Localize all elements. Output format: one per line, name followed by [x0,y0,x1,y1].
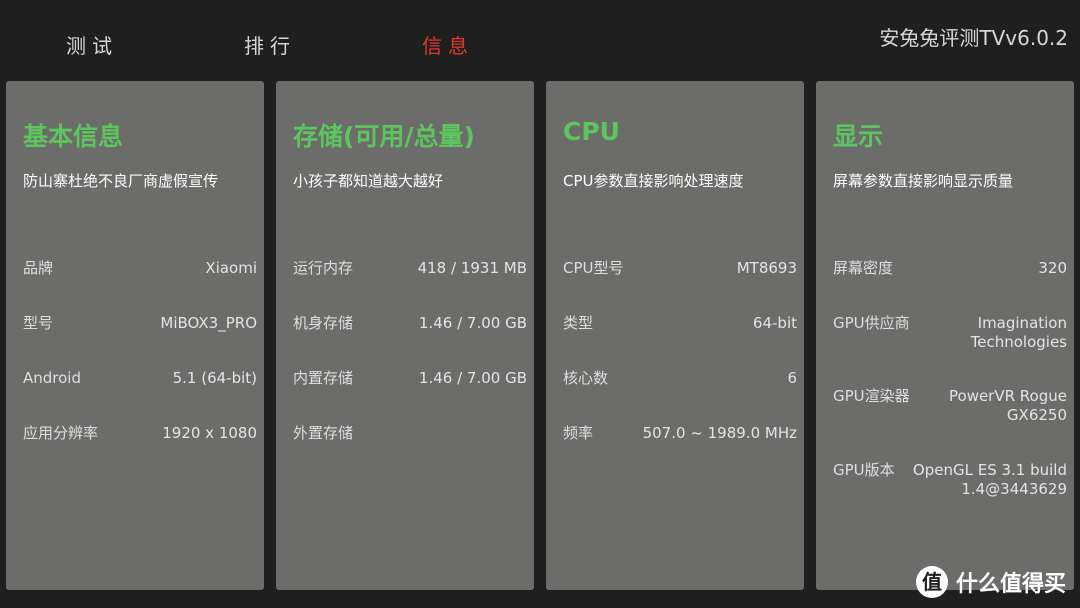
card-storage: 存储(可用/总量) 小孩子都知道越大越好 运行内存 418 / 1931 MB … [276,81,534,590]
card-subtitle: CPU参数直接影响处理速度 [563,172,744,190]
row-label: Android [23,369,81,387]
card-cpu: CPU CPU参数直接影响处理速度 CPU型号 MT8693 类型 64-bit… [546,81,804,590]
row-label: 外置存储 [293,424,354,442]
row-value: 507.0 ~ 1989.0 MHz [642,424,797,442]
row-value: PowerVR Rogue GX6250 [949,387,1067,424]
tab-ranking[interactable]: 排行 [244,30,296,59]
watermark: 值 什么值得买 [915,566,1066,598]
card-title: 存储(可用/总量) [293,122,475,151]
app-title: 安兔兔评测TVv6.0.2 [879,26,1068,50]
row-label: 品牌 [23,259,54,277]
row-label: 应用分辨率 [23,424,99,442]
row-label: 频率 [563,424,594,442]
tab-test[interactable]: 测试 [66,30,118,59]
watermark-text: 什么值得买 [955,572,1066,597]
row-value: Xiaomi [205,259,257,277]
row-label: CPU型号 [563,259,624,277]
row-label: 屏幕密度 [833,259,894,277]
row-value: 5.1 (64-bit) [172,369,257,387]
card-subtitle: 小孩子都知道越大越好 [293,172,444,190]
tab-bar: 测试 排行 信息 [0,0,860,80]
row-label: GPU供应商 [833,314,910,332]
row-label: 核心数 [563,369,609,387]
row-label: 运行内存 [293,259,354,277]
row-value: Imagination Technologies [970,314,1067,351]
row-label: 机身存储 [293,314,354,332]
row-label: 类型 [563,314,594,332]
row-value: MT8693 [736,259,797,277]
card-subtitle: 防山寨杜绝不良厂商虚假宣传 [23,172,219,190]
row-value: 64-bit [752,314,797,332]
smzdm-logo-icon: 值 [915,566,948,598]
row-value: OpenGL ES 3.1 build 1.4@3443629 [912,461,1067,498]
row-label: GPU版本 [833,461,895,479]
row-label: 型号 [23,314,54,332]
card-title: 显示 [833,122,884,151]
row-label: GPU渲染器 [833,387,910,405]
card-display: 显示 屏幕参数直接影响显示质量 屏幕密度 320 GPU供应商 Imaginat… [816,81,1074,590]
row-value: 418 / 1931 MB [417,259,527,277]
row-value: 1920 x 1080 [162,424,257,442]
row-label: 内置存储 [293,369,354,387]
card-title: 基本信息 [23,122,124,151]
card-basic-info: 基本信息 防山寨杜绝不良厂商虚假宣传 品牌 Xiaomi 型号 MiBOX3_P… [6,81,264,590]
row-value: MiBOX3_PRO [160,314,257,332]
row-value: 1.46 / 7.00 GB [418,369,527,387]
row-value: 1.46 / 7.00 GB [418,314,527,332]
row-value: 6 [787,369,797,387]
tab-info[interactable]: 信息 [422,30,474,59]
card-subtitle: 屏幕参数直接影响显示质量 [833,172,1014,190]
card-title: CPU [563,117,620,146]
row-value: 320 [1038,259,1067,277]
